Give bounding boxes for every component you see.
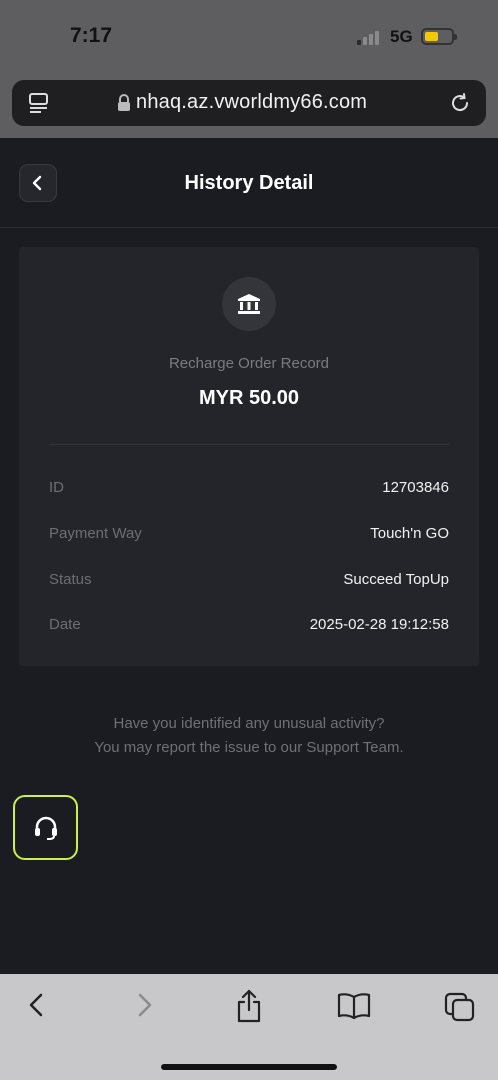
signal-strength-icon <box>357 31 379 45</box>
detail-row-payment-way: Payment Way Touch'n GO <box>49 525 449 542</box>
lock-icon <box>117 94 131 117</box>
page-title: History Detail <box>184 172 314 194</box>
detail-row-date: Date 2025-02-28 19:12:58 <box>49 616 449 633</box>
detail-label: Payment Way <box>49 525 142 542</box>
detail-value: 2025-02-28 19:12:58 <box>309 616 449 633</box>
support-notice: Have you identified any unusual activity… <box>0 712 498 760</box>
back-arrow-icon[interactable] <box>26 990 48 1025</box>
battery-icon <box>421 28 457 45</box>
app-header: History Detail <box>0 138 498 228</box>
home-indicator <box>161 1064 337 1070</box>
record-type: Recharge Order Record <box>168 355 330 372</box>
reload-icon[interactable] <box>448 91 472 120</box>
bank-icon <box>222 277 276 331</box>
notice-line-1: Have you identified any unusual activity… <box>113 715 385 732</box>
headset-icon <box>34 816 57 840</box>
tabs-overview-icon[interactable] <box>28 92 50 119</box>
detail-value: 12703846 <box>382 479 449 496</box>
detail-row-id: ID 12703846 <box>49 479 449 496</box>
network-label: 5G <box>390 27 413 46</box>
bookmarks-icon[interactable] <box>337 992 371 1025</box>
detail-label: Date <box>49 616 81 633</box>
amount: MYR 50.00 <box>198 387 300 409</box>
record-card: Recharge Order Record MYR 50.00 ID 12703… <box>19 247 479 666</box>
detail-label: ID <box>49 479 64 496</box>
detail-label: Status <box>49 571 92 588</box>
support-button[interactable] <box>13 795 78 860</box>
detail-row-status: Status Succeed TopUp <box>49 571 449 588</box>
forward-arrow-icon[interactable] <box>133 990 155 1025</box>
share-icon[interactable] <box>235 988 263 1029</box>
notice-line-2: You may report the issue to our Support … <box>94 739 404 756</box>
url-text[interactable]: nhaq.az.vworldmy66.com <box>136 91 367 114</box>
browser-chrome: 7:17 5G nhaq.az.vworldmy66.com <box>0 0 498 138</box>
detail-value: Succeed TopUp <box>343 571 449 588</box>
status-time: 7:17 <box>70 24 113 47</box>
address-bar[interactable]: nhaq.az.vworldmy66.com <box>12 80 486 126</box>
detail-value: Touch'n GO <box>370 525 449 542</box>
tabs-icon[interactable] <box>444 992 476 1027</box>
divider <box>49 444 449 445</box>
